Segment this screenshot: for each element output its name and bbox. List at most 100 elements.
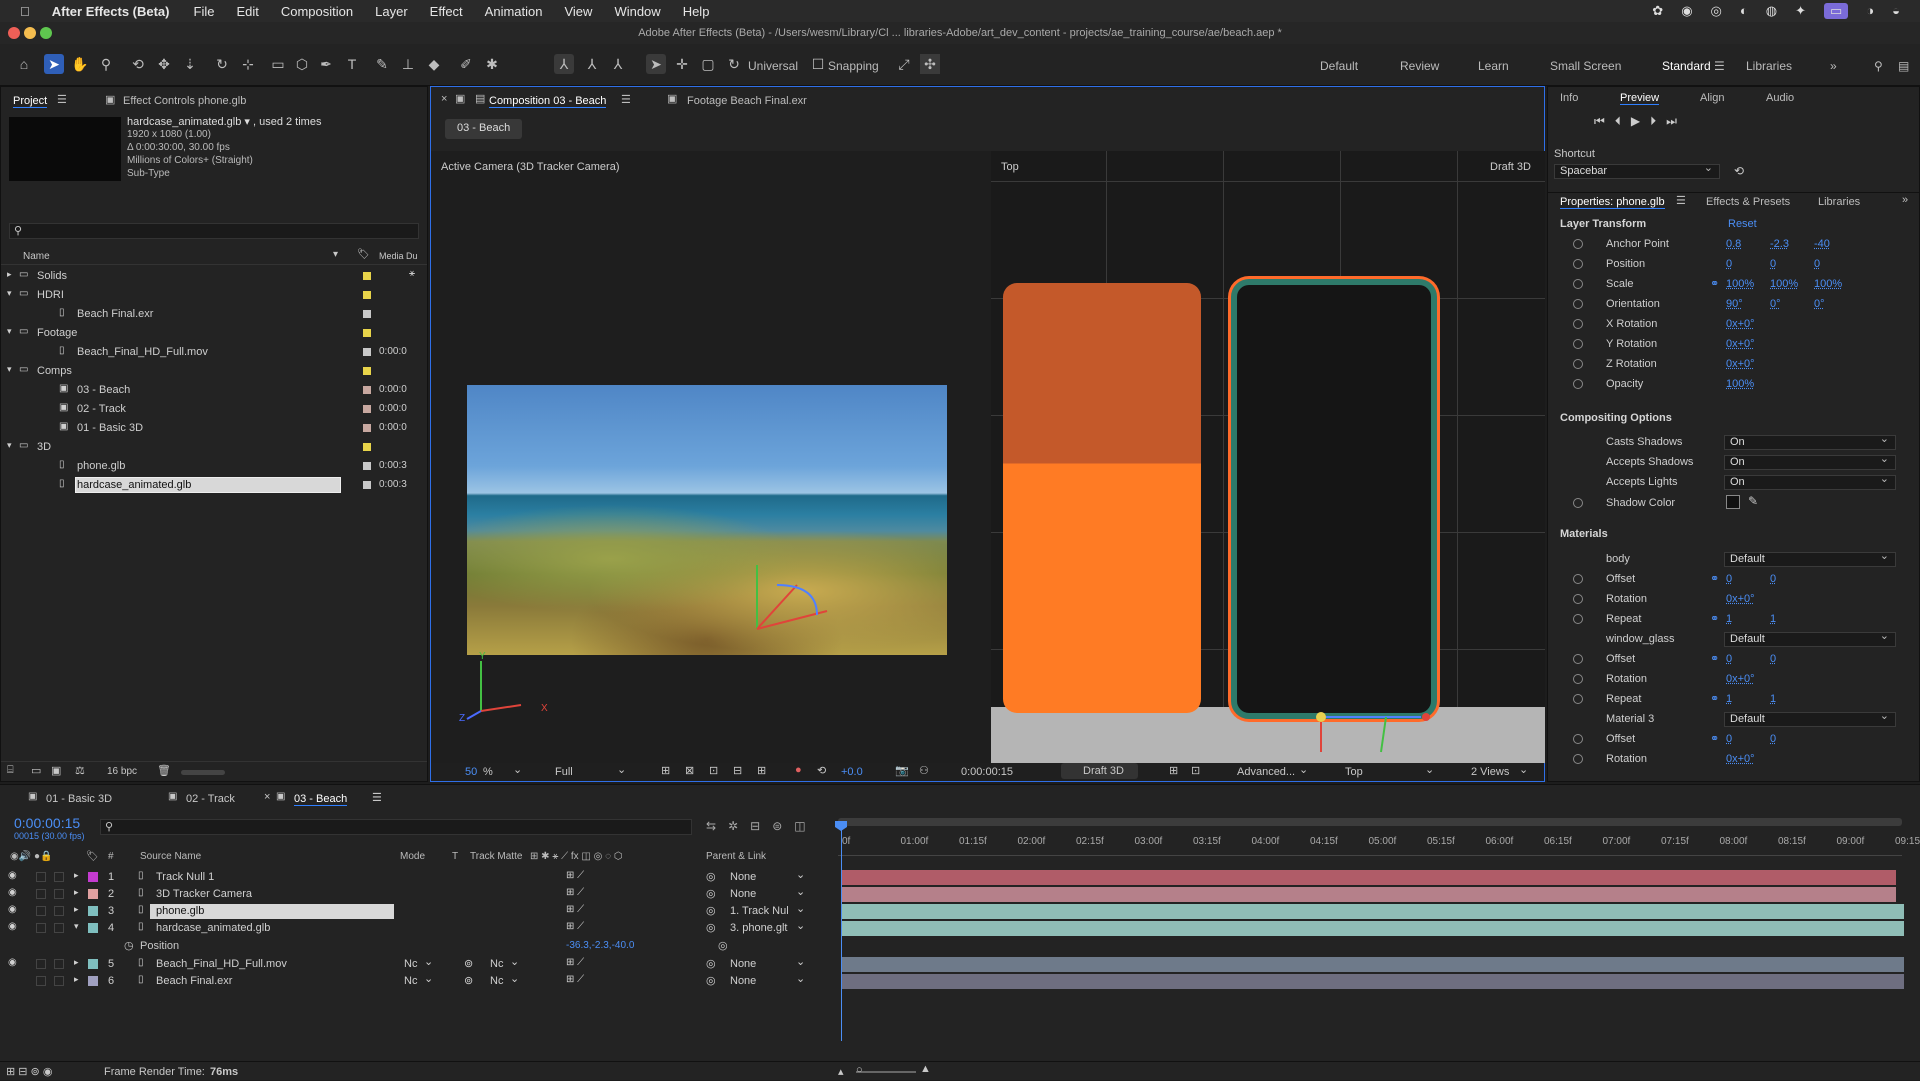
view-axis-icon[interactable]: ⅄	[608, 54, 628, 74]
project-item[interactable]: ▯ hardcase_animated.glb 0:00:3	[1, 476, 427, 495]
chevron-right-icon[interactable]: ▸	[74, 904, 79, 915]
chevron-right-icon[interactable]: ▸	[74, 957, 79, 968]
zoom-window-button[interactable]	[40, 27, 52, 39]
menu-effect[interactable]: Effect	[430, 4, 463, 19]
puppet-tool-icon[interactable]: ✱	[482, 54, 502, 74]
grid-snap-icon[interactable]: ✣	[920, 54, 940, 74]
chevron-down-icon[interactable]: ▾	[7, 326, 12, 337]
stopwatch-icon[interactable]	[1573, 614, 1583, 624]
stopwatch-icon[interactable]	[1573, 674, 1583, 684]
menu-help[interactable]: Help	[683, 4, 710, 19]
first-frame-icon[interactable]: ⏮	[1594, 114, 1605, 129]
switch-icons[interactable]: ⊞ ⟋	[566, 870, 584, 881]
parent-select[interactable]: None	[730, 958, 756, 970]
comp-breadcrumb[interactable]: 03 - Beach	[445, 119, 522, 139]
property-value[interactable]: -40	[1814, 238, 1830, 250]
visibility-icon[interactable]: ◉	[8, 921, 17, 932]
timeline-tab[interactable]: 03 - Beach	[294, 793, 347, 806]
switch-icons[interactable]: ⊞ ⟋	[566, 974, 584, 985]
local-axis-icon[interactable]: ⅄	[554, 54, 574, 74]
resolution-dropdown-icon[interactable]: ⌄	[617, 763, 626, 776]
project-item[interactable]: ▣ 02 - Track 0:00:0	[1, 400, 427, 419]
project-item[interactable]: ▾ ▭ Footage	[1, 324, 427, 343]
gizmo-3d[interactable]	[737, 545, 857, 655]
label-swatch[interactable]	[363, 405, 371, 413]
switch-icons[interactable]: ⊞ ⟋	[566, 887, 584, 898]
parent-dropdown-icon[interactable]: ⌄	[796, 972, 805, 985]
stopwatch-icon[interactable]	[1573, 754, 1583, 764]
rectangle-tool-icon[interactable]: ▭	[268, 54, 288, 74]
label-swatch[interactable]	[363, 310, 371, 318]
pickwhip-icon[interactable]: ◎	[706, 870, 716, 883]
property-value[interactable]: 0x+0°	[1726, 673, 1755, 685]
chevron-right-icon[interactable]: ▸	[74, 870, 79, 881]
channel-icon[interactable]: ●	[795, 764, 802, 776]
tab-align[interactable]: Align	[1700, 92, 1724, 104]
project-item[interactable]: ▯ phone.glb 0:00:3	[1, 457, 427, 476]
timeline-tab[interactable]: 02 - Track	[186, 793, 235, 805]
material-select[interactable]: Default	[1724, 552, 1896, 567]
project-search-input[interactable]: ⚲	[9, 223, 419, 239]
property-value[interactable]: 0	[1770, 573, 1776, 585]
close-tab-icon[interactable]: ×	[441, 93, 447, 105]
link-icon[interactable]: ⚭	[1710, 732, 1719, 745]
property-value[interactable]: 100%	[1814, 278, 1842, 290]
comp-flowchart-icon[interactable]: ⇆	[706, 819, 716, 833]
property-value[interactable]: 0.8	[1726, 238, 1741, 250]
status-icon[interactable]: ✦	[1795, 3, 1806, 19]
label-swatch[interactable]	[363, 348, 371, 356]
more-tabs-icon[interactable]: »	[1902, 194, 1908, 206]
col-parent-link[interactable]: Parent & Link	[706, 851, 766, 862]
selection-tool-icon[interactable]: ➤	[44, 54, 64, 74]
matte-icon[interactable]: ⊚	[464, 957, 473, 970]
snapshot-icon[interactable]: 📷	[895, 764, 909, 777]
project-item[interactable]: ▾ ▭ HDRI	[1, 286, 427, 305]
switch-icons[interactable]: ⊞ ⟋	[566, 904, 584, 915]
stopwatch-icon[interactable]	[1573, 498, 1583, 508]
timeline-zoom-slider[interactable]	[856, 1071, 916, 1073]
property-value[interactable]: 0°	[1770, 298, 1781, 310]
chevron-down-icon[interactable]: ▾	[7, 440, 12, 451]
menu-file[interactable]: File	[194, 4, 215, 19]
pickwhip-icon[interactable]: ◎	[706, 887, 716, 900]
label-swatch[interactable]	[363, 481, 371, 489]
visibility-icon[interactable]: ◉	[8, 904, 17, 915]
eyedropper-icon[interactable]: ✎	[1748, 494, 1758, 508]
flowchart-icon[interactable]: ⚹	[409, 268, 415, 279]
property-select[interactable]: On	[1724, 475, 1896, 490]
zoom-out-icon[interactable]: ▴	[838, 1065, 844, 1078]
snapping-label[interactable]: Snapping	[828, 59, 879, 73]
show-snapshot-icon[interactable]: ⚇	[919, 764, 929, 777]
shy-icon[interactable]: ⊟	[750, 819, 760, 833]
workspace-standard[interactable]: Standard	[1662, 59, 1711, 73]
roto-tool-icon[interactable]: ✐	[456, 54, 476, 74]
label-swatch[interactable]	[363, 272, 371, 280]
solo-box[interactable]	[36, 889, 46, 899]
col-name[interactable]: Name	[23, 251, 50, 262]
property-value[interactable]: 100%	[1770, 278, 1798, 290]
project-item[interactable]: ▾ ▭ Comps	[1, 362, 427, 381]
stopwatch-icon[interactable]	[1573, 299, 1583, 309]
zoom-dropdown-icon[interactable]: ⌄	[513, 763, 522, 776]
matte-dropdown-icon[interactable]: ⌄	[510, 955, 519, 968]
resolution-select[interactable]: Full	[555, 766, 573, 778]
chevron-right-icon[interactable]: ▸	[7, 269, 12, 280]
label-swatch[interactable]	[363, 424, 371, 432]
brush-tool-icon[interactable]: ✎	[372, 54, 392, 74]
layer-label-color[interactable]	[88, 872, 98, 882]
switch-icons[interactable]: ⊞ ⟋	[566, 921, 584, 932]
lock-box[interactable]	[54, 976, 64, 986]
layer-label-color[interactable]	[88, 976, 98, 986]
chevron-down-icon[interactable]: ▾	[74, 921, 79, 932]
menu-layer[interactable]: Layer	[375, 4, 408, 19]
current-timecode[interactable]: 0:00:00:15	[14, 815, 80, 831]
new-folder-icon[interactable]: ▭	[31, 764, 41, 777]
parent-dropdown-icon[interactable]: ⌄	[796, 919, 805, 932]
transform-gizmo[interactable]	[1301, 697, 1451, 757]
tab-info[interactable]: Info	[1560, 92, 1578, 104]
reset-exposure-icon[interactable]: ⟲	[817, 764, 826, 777]
link-icon[interactable]: ⚭	[1710, 652, 1719, 665]
snapping-checkbox[interactable]: ☐	[808, 54, 828, 74]
property-value[interactable]: 0	[1726, 733, 1732, 745]
zoom-in-icon[interactable]: ▲	[920, 1063, 931, 1075]
